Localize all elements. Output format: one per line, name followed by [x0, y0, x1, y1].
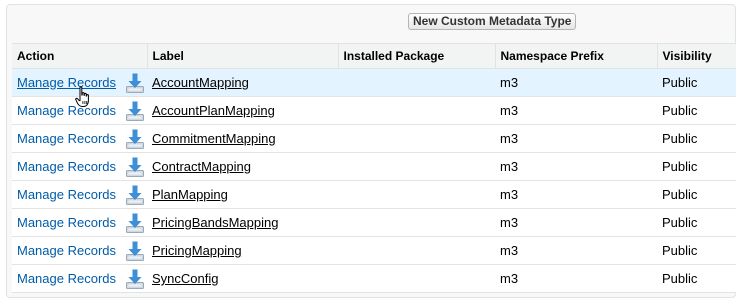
- manage-records-link[interactable]: Manage Records: [17, 187, 116, 202]
- custom-metadata-types-table: Action Label Installed Package Namespace…: [12, 43, 736, 293]
- action-cell: Manage Records: [12, 68, 147, 97]
- table-row: Manage Records AccountMapping m3 Public: [12, 68, 736, 97]
- namespace-prefix-cell: m3: [495, 236, 657, 265]
- download-icon[interactable]: [126, 185, 144, 205]
- installed-package-cell: [338, 68, 495, 97]
- column-header-visibility[interactable]: Visibility: [656, 43, 736, 69]
- label-cell: ContractMapping: [147, 152, 338, 181]
- manage-records-link[interactable]: Manage Records: [17, 215, 116, 230]
- manage-records-link[interactable]: Manage Records: [17, 103, 116, 118]
- installed-package-cell: [338, 152, 495, 181]
- column-header-namespace-prefix[interactable]: Namespace Prefix: [494, 43, 657, 69]
- namespace-prefix-cell: m3: [495, 96, 657, 125]
- label-cell: PlanMapping: [147, 180, 338, 209]
- download-icon[interactable]: [126, 73, 144, 93]
- table-row: Manage Records AccountPlanMapping m3 Pub…: [12, 96, 736, 125]
- action-cell: Manage Records: [12, 96, 147, 125]
- table-row: Manage Records PricingMapping m3 Public: [12, 236, 736, 265]
- manage-records-link[interactable]: Manage Records: [17, 75, 116, 90]
- namespace-prefix-cell: m3: [495, 68, 657, 97]
- visibility-cell: Public: [657, 124, 736, 153]
- table-row: Manage Records CommitmentMapping m3 Publ…: [12, 124, 736, 153]
- metadata-type-label-link[interactable]: PricingBandsMapping: [152, 215, 278, 230]
- download-icon[interactable]: [126, 157, 144, 177]
- namespace-prefix-cell: m3: [495, 264, 657, 293]
- visibility-cell: Public: [657, 96, 736, 125]
- new-custom-metadata-type-button[interactable]: New Custom Metadata Type: [408, 13, 577, 30]
- column-header-label[interactable]: Label: [146, 43, 338, 69]
- metadata-type-label-link[interactable]: ContractMapping: [152, 159, 251, 174]
- download-icon[interactable]: [126, 269, 144, 289]
- visibility-cell: Public: [657, 68, 736, 97]
- custom-metadata-types-page: New Custom Metadata Type Action Label In…: [0, 0, 738, 300]
- download-icon[interactable]: [126, 213, 144, 233]
- installed-package-cell: [338, 264, 495, 293]
- metadata-type-label-link[interactable]: CommitmentMapping: [152, 131, 276, 146]
- visibility-cell: Public: [657, 236, 736, 265]
- table-row: Manage Records ContractMapping m3 Public: [12, 152, 736, 181]
- visibility-cell: Public: [657, 208, 736, 237]
- namespace-prefix-cell: m3: [495, 208, 657, 237]
- action-cell: Manage Records: [12, 236, 147, 265]
- namespace-prefix-cell: m3: [495, 152, 657, 181]
- namespace-prefix-cell: m3: [495, 124, 657, 153]
- visibility-cell: Public: [657, 152, 736, 181]
- column-header-action: Action: [12, 43, 147, 69]
- installed-package-cell: [338, 208, 495, 237]
- manage-records-link[interactable]: Manage Records: [17, 159, 116, 174]
- download-icon[interactable]: [126, 241, 144, 261]
- table-header-row: Action Label Installed Package Namespace…: [12, 43, 736, 69]
- label-cell: SyncConfig: [147, 264, 338, 293]
- action-cell: Manage Records: [12, 180, 147, 209]
- action-cell: Manage Records: [12, 264, 147, 293]
- installed-package-cell: [338, 124, 495, 153]
- label-cell: AccountPlanMapping: [147, 96, 338, 125]
- table-row: Manage Records PricingBandsMapping m3 Pu…: [12, 208, 736, 237]
- label-cell: AccountMapping: [147, 68, 338, 97]
- manage-records-link[interactable]: Manage Records: [17, 243, 116, 258]
- label-cell: PricingMapping: [147, 236, 338, 265]
- installed-package-cell: [338, 96, 495, 125]
- manage-records-link[interactable]: Manage Records: [17, 131, 116, 146]
- table-row: Manage Records SyncConfig m3 Public: [12, 264, 736, 293]
- table-row: Manage Records PlanMapping m3 Public: [12, 180, 736, 209]
- download-icon[interactable]: [126, 129, 144, 149]
- visibility-cell: Public: [657, 264, 736, 293]
- download-icon[interactable]: [126, 101, 144, 121]
- metadata-type-label-link[interactable]: AccountPlanMapping: [152, 103, 275, 118]
- namespace-prefix-cell: m3: [495, 180, 657, 209]
- column-header-installed-package[interactable]: Installed Package: [337, 43, 495, 69]
- manage-records-link[interactable]: Manage Records: [17, 271, 116, 286]
- metadata-type-label-link[interactable]: SyncConfig: [152, 271, 218, 286]
- action-cell: Manage Records: [12, 208, 147, 237]
- metadata-type-label-link[interactable]: AccountMapping: [152, 75, 249, 90]
- installed-package-cell: [338, 236, 495, 265]
- label-cell: PricingBandsMapping: [147, 208, 338, 237]
- metadata-type-label-link[interactable]: PlanMapping: [152, 187, 228, 202]
- installed-package-cell: [338, 180, 495, 209]
- action-cell: Manage Records: [12, 124, 147, 153]
- metadata-type-label-link[interactable]: PricingMapping: [152, 243, 242, 258]
- action-cell: Manage Records: [12, 152, 147, 181]
- visibility-cell: Public: [657, 180, 736, 209]
- label-cell: CommitmentMapping: [147, 124, 338, 153]
